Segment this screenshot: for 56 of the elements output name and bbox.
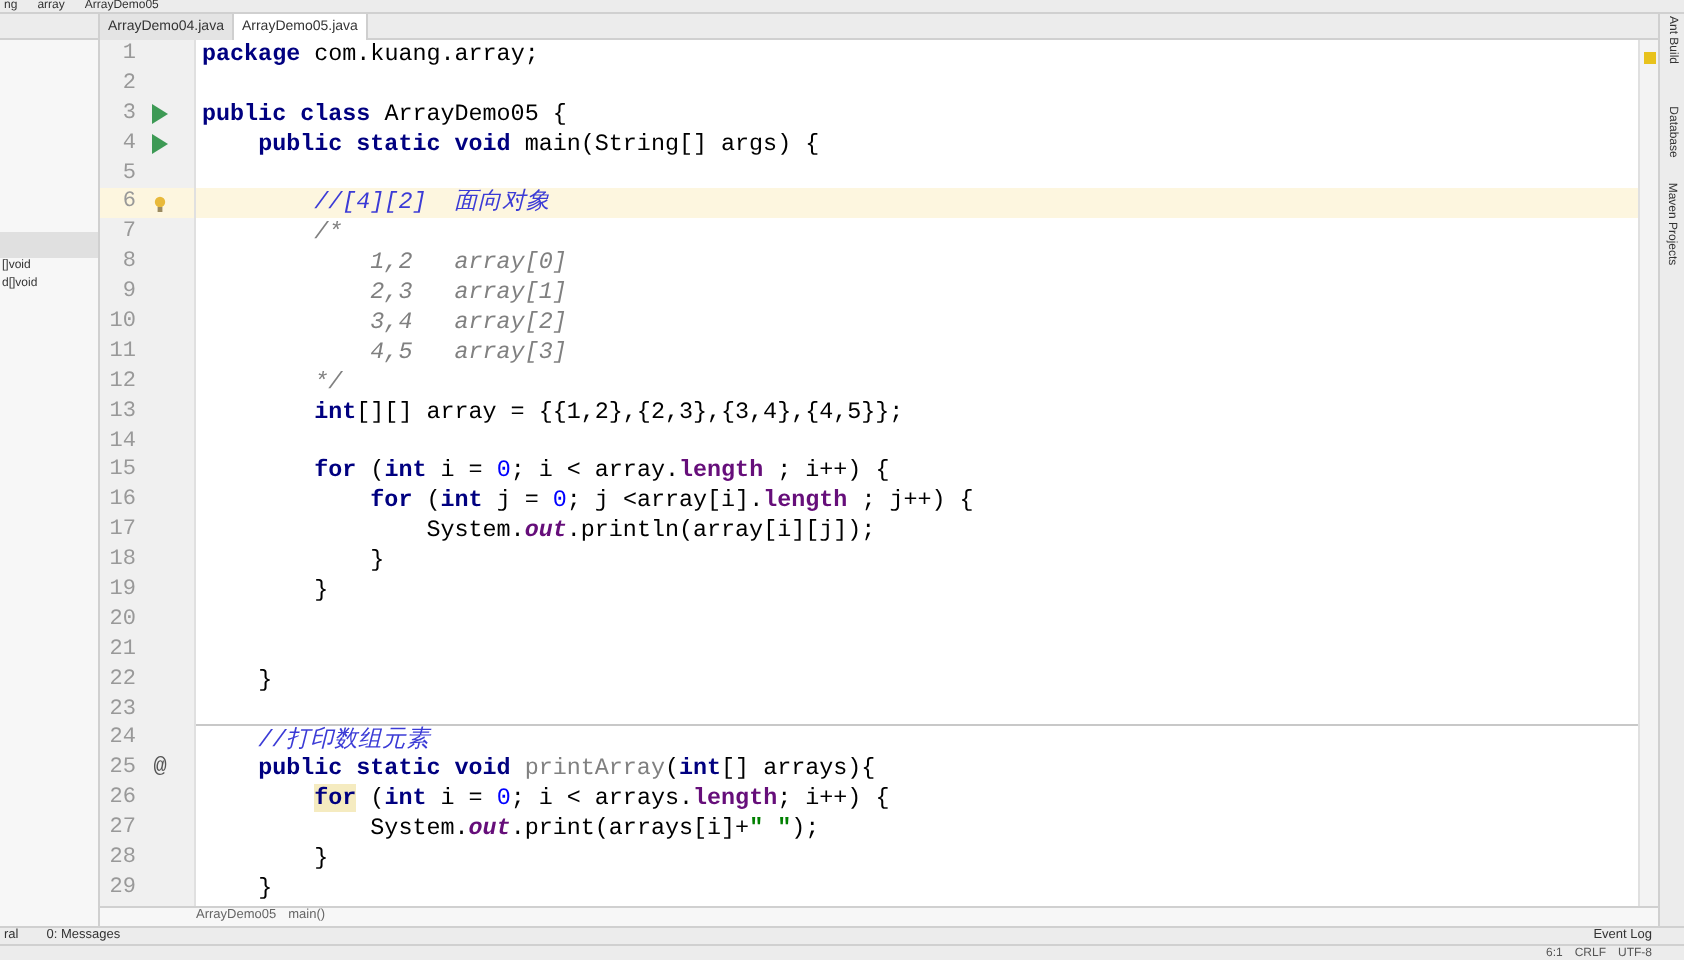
line-number: 6 (120, 188, 136, 219)
code-line: System.out.print(arrays[i]+" "); (368, 814, 822, 845)
code-line: for (int i = 0; i < arrays.length; i++) { (312, 784, 892, 815)
status-indicator-icon (1643, 52, 1655, 64)
code-line: } (256, 873, 275, 904)
run-icon[interactable] (152, 104, 168, 125)
code-line: public class ArrayDemo05 { (200, 99, 569, 130)
code-line: */ (312, 367, 345, 398)
line-number: 4 (120, 129, 136, 160)
line-number: 7 (120, 218, 136, 249)
line-number: 12 (107, 367, 136, 398)
line-number: 18 (107, 546, 136, 577)
line-number: 15 (107, 456, 136, 487)
code-line: 3,4 array[2] (368, 308, 569, 338)
code-line: for (int i = 0; i < array.length ; i++) { (312, 456, 892, 487)
code-line: 2,3 array[1] (368, 278, 569, 309)
code-line: int[][] array = {{1,2},{2,3},{3,4},{4,5}}; (312, 397, 906, 428)
line-number: 21 (107, 635, 136, 666)
line-number: 27 (107, 814, 136, 845)
line-number: 19 (107, 576, 136, 606)
line-number: 28 (107, 844, 136, 874)
line-number: 9 (120, 278, 136, 309)
code-line: 4,5 array[3] (368, 337, 569, 368)
run-icon[interactable] (152, 134, 168, 155)
code-line: } (312, 844, 331, 874)
line-number: 10 (107, 308, 136, 338)
line-number: 23 (107, 695, 136, 725)
line-number: 3 (120, 99, 136, 130)
code-line: public static void main(String[] args) { (256, 129, 822, 160)
code-line: } (256, 665, 275, 696)
lightbulb-icon[interactable] (154, 195, 166, 212)
line-number: 22 (107, 665, 136, 696)
line-number: 13 (107, 397, 136, 428)
code-line: for (int j = 0; j <array[i].length ; j++) { (368, 486, 976, 517)
line-number: 11 (107, 337, 136, 368)
code-line: //打印数组元素 (196, 724, 1638, 755)
line-number: 1 (120, 40, 136, 70)
code-line: } (368, 546, 387, 577)
line-number: 16 (107, 486, 136, 517)
line-number: 26 (107, 784, 136, 815)
code-line: public static void printArray(int[] arrays){ (256, 754, 878, 785)
line-number: 17 (107, 516, 136, 547)
code-line: } (312, 576, 331, 606)
line-number: 24 (107, 724, 136, 755)
line-number: 2 (120, 69, 136, 100)
code-line: System.out.println(array[i][j]); (424, 516, 878, 547)
line-number: 25 (107, 754, 136, 785)
line-number: 14 (107, 427, 136, 457)
line-number: 20 (107, 605, 136, 636)
code-line: 1,2 array[0] (368, 248, 569, 279)
line-number: 29 (107, 873, 136, 904)
code-line: /* (312, 218, 345, 249)
override-marker[interactable]: @ (153, 758, 167, 781)
line-number: 8 (120, 248, 136, 279)
code-line: package com.kuang.array; (200, 40, 541, 70)
line-number: 5 (120, 159, 136, 189)
